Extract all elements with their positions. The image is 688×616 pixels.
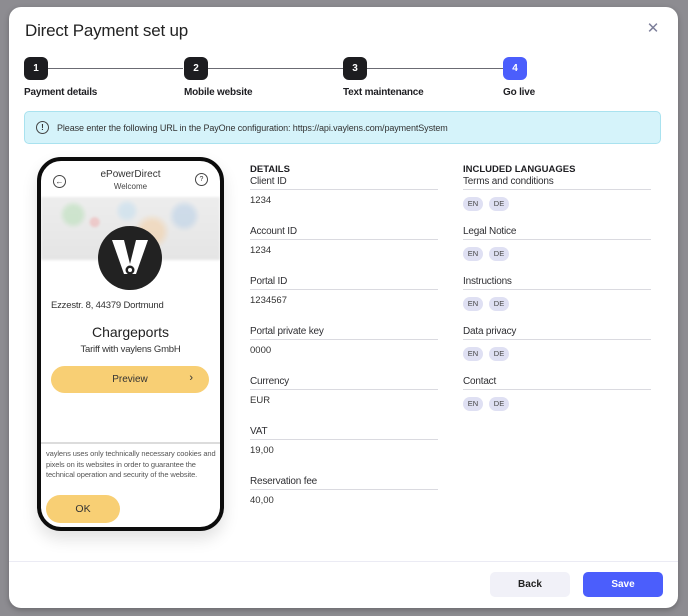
preview-tariff: Tariff with vaylens GmbH [80,344,181,355]
lang-chip-de: DE [489,197,509,211]
step-number: 3 [343,57,367,80]
lang-terms-and-conditions: Terms and conditions EN DE [463,176,651,226]
step-go-live[interactable]: 4 Go live [503,57,535,98]
field-account-id: Account ID 1234 [250,226,438,276]
mobile-preview: ← ePowerDirect Welcome ? Ezzestr. 8, 443… [37,157,224,531]
step-connector [208,68,343,69]
cookie-ok-button: OK [46,495,120,523]
cookie-notice: vaylens uses only technically necessary … [41,442,220,527]
preview-subtitle: Welcome [113,182,148,191]
lang-chip-en: EN [463,347,483,361]
step-connector [48,68,183,69]
field-portal-id: Portal ID 1234567 [250,276,438,326]
lang-chip-en: EN [463,247,483,261]
preview-button: Preview › [51,366,209,393]
lang-legal-notice: Legal Notice EN DE [463,226,651,276]
step-label: Text maintenance [343,87,424,98]
lang-chip-de: DE [489,297,509,311]
chevron-right-icon: › [189,372,193,384]
lang-chip-de: DE [489,397,509,411]
lang-instructions: Instructions EN DE [463,276,651,326]
field-value: 1234 [250,195,272,206]
field-label: Portal private key [250,326,438,340]
field-value: 1234 [250,245,272,256]
step-label: Go live [503,87,535,98]
field-value: EUR [250,395,271,406]
back-button[interactable]: Back [490,572,570,597]
field-label: VAT [250,426,438,440]
save-button[interactable]: Save [583,572,663,597]
field-value: 1234567 [250,295,287,306]
languages-section: INCLUDED LANGUAGES Terms and conditions … [463,164,651,426]
dialog-title: Direct Payment set up [25,21,189,40]
field-label: Portal ID [250,276,438,290]
vaylens-logo [98,226,162,290]
field-value: 40,00 [250,495,274,506]
field-client-id: Client ID 1234 [250,176,438,226]
info-banner: ! Please enter the following URL in the … [24,111,661,144]
lang-label: Data privacy [463,326,651,340]
lang-chip-en: EN [463,297,483,311]
vaylens-logo-icon [112,240,148,275]
lang-label: Legal Notice [463,226,651,240]
field-value: 0000 [250,345,272,356]
stepper: 1 Payment details 2 Mobile website 3 Tex… [24,57,564,102]
step-payment-details[interactable]: 1 Payment details [24,57,97,98]
lang-label: Contact [463,376,651,390]
lang-data-privacy: Data privacy EN DE [463,326,651,376]
direct-payment-dialog: Direct Payment set up ✕ 1 Payment detail… [9,7,678,608]
lang-chip-en: EN [463,397,483,411]
cookie-text: vaylens uses only technically necessary … [46,449,216,479]
step-number: 1 [24,57,48,80]
field-label: Client ID [250,176,438,190]
field-label: Currency [250,376,438,390]
close-icon[interactable]: ✕ [646,21,660,36]
step-label: Mobile website [184,87,253,98]
lang-chip-de: DE [489,247,509,261]
lang-chip-en: EN [463,197,483,211]
lang-contact: Contact EN DE [463,376,651,426]
banner-text: Please enter the following URL in the Pa… [57,122,448,133]
step-label: Payment details [24,87,98,98]
field-label: Reservation fee [250,476,438,490]
step-text-maintenance[interactable]: 3 Text maintenance [343,57,424,98]
lang-label: Terms and conditions [463,176,651,190]
step-number: 2 [184,57,208,80]
details-heading: DETAILS [250,164,290,175]
field-reservation-fee: Reservation fee 40,00 [250,476,438,526]
field-vat: VAT 19,00 [250,426,438,476]
step-mobile-website[interactable]: 2 Mobile website [184,57,253,98]
field-value: 19,00 [250,445,274,456]
details-section: DETAILS Client ID 1234 Account ID 1234 P… [250,164,438,526]
preview-title: Chargeports [91,324,170,340]
lang-chip-de: DE [489,347,509,361]
preview-brand: ePowerDirect [100,169,161,180]
step-connector [367,68,503,69]
preview-button-label: Preview [112,374,148,385]
languages-heading: INCLUDED LANGUAGES [463,164,576,175]
help-icon: ? [195,173,208,186]
preview-header: ← ePowerDirect Welcome ? [41,161,220,197]
info-icon: ! [36,121,49,134]
lang-label: Instructions [463,276,651,290]
preview-address: Ezzestr. 8, 44379 Dortmund [51,300,164,311]
footer-divider [9,561,678,562]
step-number: 4 [503,57,527,80]
field-currency: Currency EUR [250,376,438,426]
field-portal-private-key: Portal private key 0000 [250,326,438,376]
field-label: Account ID [250,226,438,240]
